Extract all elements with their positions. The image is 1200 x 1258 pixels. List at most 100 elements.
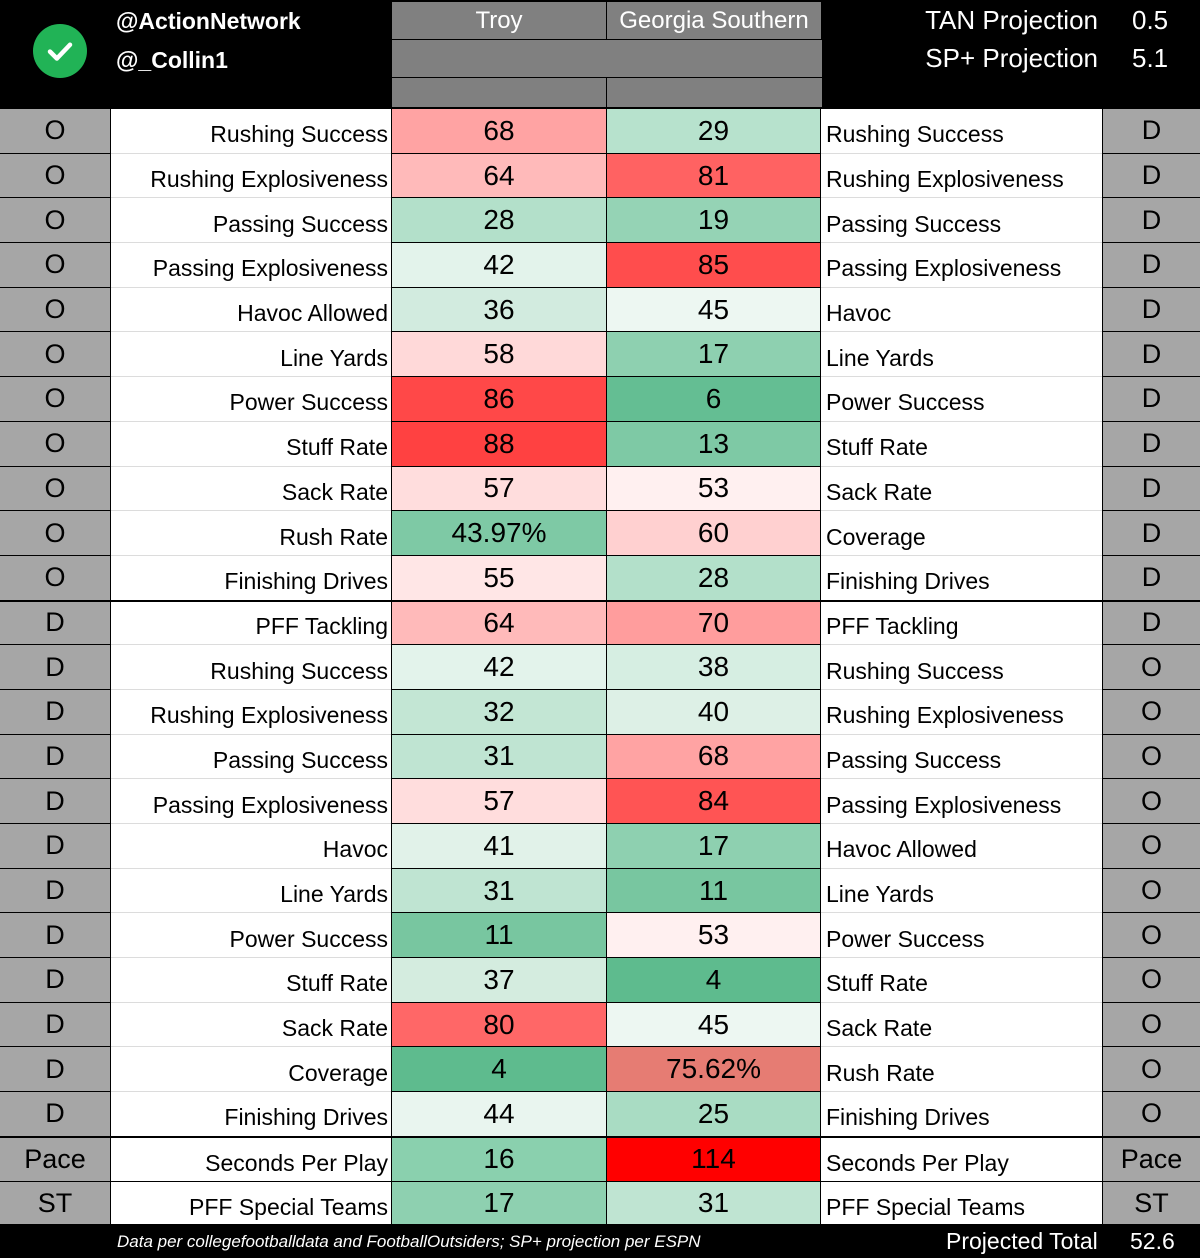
left-unit-label: O	[0, 153, 111, 199]
troy-value: 16	[391, 1136, 606, 1182]
troy-value: 37	[391, 958, 606, 1003]
left-unit-label: D	[0, 734, 111, 780]
table-row: D Stuff Rate 37 4 Stuff Rate O	[0, 958, 1200, 1003]
troy-value: 11	[391, 913, 606, 959]
team-header-troy: Troy	[392, 2, 607, 39]
right-stat-label: Passing Success	[821, 734, 1102, 780]
right-unit-label: O	[1102, 1047, 1200, 1093]
georgia-southern-value: 70	[606, 600, 821, 646]
table-row: O Passing Success 28 19 Passing Success D	[0, 198, 1200, 244]
georgia-southern-value: 25	[606, 1092, 821, 1137]
left-unit-label: O	[0, 555, 111, 601]
georgia-southern-value: 28	[606, 555, 821, 601]
table-row: D Passing Explosiveness 57 84 Passing Explos…	[0, 779, 1200, 824]
troy-value: 28	[391, 198, 606, 244]
left-unit-label: O	[0, 109, 111, 154]
table-row: D Coverage 4 75.62% Rush Rate O	[0, 1047, 1200, 1093]
tan-projection-label: TAN Projection	[925, 5, 1098, 35]
table-row: O Line Yards 58 17 Line Yards D	[0, 332, 1200, 378]
right-stat-label: Havoc Allowed	[821, 824, 1102, 869]
right-stat-label: Line Yards	[821, 868, 1102, 914]
left-unit-label: O	[0, 332, 111, 378]
right-unit-label: D	[1102, 109, 1200, 154]
georgia-southern-value: 84	[606, 779, 821, 824]
right-unit-label: O	[1102, 1092, 1200, 1137]
table-row: O Havoc Allowed 36 45 Havoc D	[0, 287, 1200, 333]
table-row: O Power Success 86 6 Power Success D	[0, 377, 1200, 422]
right-stat-label: Rushing Explosiveness	[821, 153, 1102, 199]
left-unit-label: ST	[0, 1181, 111, 1227]
right-unit-label: D	[1102, 466, 1200, 512]
georgia-southern-value: 53	[606, 913, 821, 959]
right-unit-label: O	[1102, 1002, 1200, 1048]
left-unit-label: O	[0, 243, 111, 288]
georgia-southern-value: 40	[606, 689, 821, 735]
left-stat-label: Sack Rate	[111, 466, 391, 512]
troy-value: 88	[391, 421, 606, 467]
right-stat-label: Sack Rate	[821, 1002, 1102, 1048]
left-stat-label: Rush Rate	[111, 511, 391, 556]
georgia-southern-value: 19	[606, 198, 821, 244]
table-row: Pace Seconds Per Play 16 114 Seconds Per Pla…	[0, 1136, 1200, 1182]
georgia-southern-value: 114	[606, 1136, 821, 1182]
right-unit-label: D	[1102, 198, 1200, 244]
troy-value: 41	[391, 824, 606, 869]
matchup-sheet: @ActionNetwork @_Collin1 Troy Georgia So…	[0, 0, 1200, 1258]
right-unit-label: D	[1102, 511, 1200, 556]
troy-value: 42	[391, 645, 606, 690]
troy-value: 36	[391, 287, 606, 333]
left-unit-label: O	[0, 377, 111, 422]
troy-value: 32	[391, 689, 606, 735]
right-unit-label: O	[1102, 689, 1200, 735]
header-band	[392, 39, 822, 77]
table-row: D Sack Rate 80 45 Sack Rate O	[0, 1002, 1200, 1048]
header-sub-troy	[392, 77, 607, 107]
sp-projection-label: SP+ Projection	[925, 43, 1098, 73]
right-unit-label: O	[1102, 958, 1200, 1003]
sp-projection-value: 5.1	[1132, 43, 1169, 73]
left-unit-label: O	[0, 198, 111, 244]
left-unit-label: O	[0, 466, 111, 512]
georgia-southern-value: 11	[606, 868, 821, 914]
georgia-southern-value: 45	[606, 287, 821, 333]
troy-value: 64	[391, 153, 606, 199]
left-stat-label: Sack Rate	[111, 1002, 391, 1048]
left-stat-label: Finishing Drives	[111, 1092, 391, 1137]
right-unit-label: D	[1102, 377, 1200, 422]
right-unit-label: D	[1102, 287, 1200, 333]
georgia-southern-value: 45	[606, 1002, 821, 1048]
left-unit-label: D	[0, 868, 111, 914]
left-unit-label: D	[0, 600, 111, 646]
handle-action-network: @ActionNetwork	[116, 8, 301, 34]
troy-value: 86	[391, 377, 606, 422]
right-stat-label: Finishing Drives	[821, 555, 1102, 601]
table-row: D Passing Success 31 68 Passing Success O	[0, 734, 1200, 780]
troy-value: 58	[391, 332, 606, 378]
projected-total-value: 52.6	[1130, 1228, 1175, 1254]
troy-value: 17	[391, 1181, 606, 1227]
troy-value: 64	[391, 600, 606, 646]
right-stat-label: Passing Explosiveness	[821, 243, 1102, 288]
troy-value: 55	[391, 555, 606, 601]
troy-value: 57	[391, 779, 606, 824]
georgia-southern-value: 4	[606, 958, 821, 1003]
left-stat-label: Passing Success	[111, 734, 391, 780]
left-stat-label: Rushing Success	[111, 645, 391, 690]
left-unit-label: D	[0, 645, 111, 690]
georgia-southern-value: 85	[606, 243, 821, 288]
table-row: D PFF Tackling 64 70 PFF Tackling D	[0, 600, 1200, 646]
table-row: O Rushing Success 68 29 Rushing Success D	[0, 109, 1200, 154]
georgia-southern-value: 53	[606, 466, 821, 512]
georgia-southern-value: 29	[606, 109, 821, 154]
left-unit-label: O	[0, 511, 111, 556]
georgia-southern-value: 38	[606, 645, 821, 690]
right-stat-label: PFF Tackling	[821, 600, 1102, 646]
left-unit-label: Pace	[0, 1136, 111, 1182]
right-stat-label: PFF Special Teams	[821, 1181, 1102, 1227]
left-stat-label: Power Success	[111, 913, 391, 959]
right-stat-label: Stuff Rate	[821, 958, 1102, 1003]
left-stat-label: Rushing Explosiveness	[111, 689, 391, 735]
left-stat-label: Coverage	[111, 1047, 391, 1093]
right-stat-label: Passing Success	[821, 198, 1102, 244]
table-row: O Rush Rate 43.97% 60 Coverage D	[0, 511, 1200, 556]
